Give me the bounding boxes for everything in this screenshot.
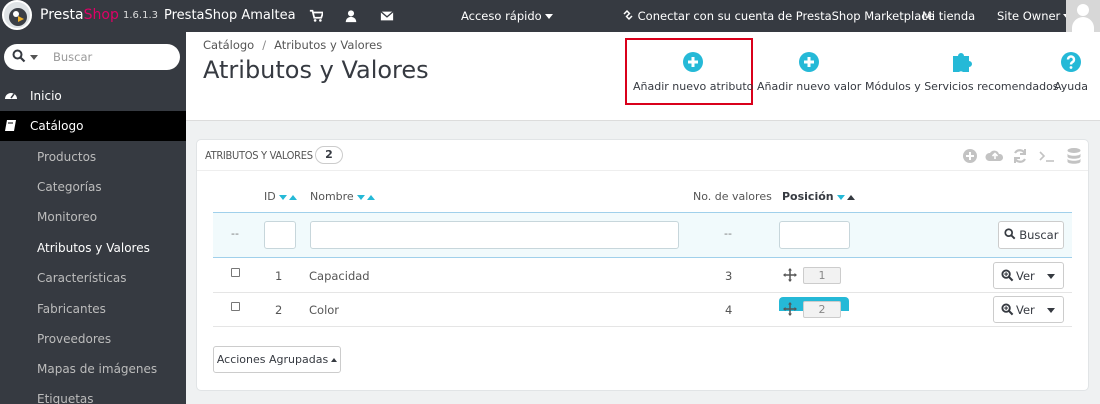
sidebar-item-manufacturers[interactable]: Fabricantes <box>37 302 106 316</box>
column-id[interactable]: ID <box>264 190 297 203</box>
customer-icon[interactable] <box>344 9 358 23</box>
view-button[interactable]: Ver <box>993 262 1064 289</box>
move-icon[interactable] <box>783 302 797 316</box>
breadcrumb-attributes: Atributos y Valores <box>274 38 383 52</box>
avatar[interactable] <box>1066 0 1100 32</box>
filter-values-placeholder: -- <box>724 227 732 240</box>
book-icon <box>5 120 16 131</box>
link-icon <box>623 9 633 21</box>
sidebar: Buscar Inicio Catálogo Productos Categor… <box>0 32 186 404</box>
view-button[interactable]: Ver <box>993 296 1064 323</box>
envelope-icon[interactable] <box>380 9 394 23</box>
terminal-icon[interactable] <box>1037 146 1057 166</box>
search-icon <box>12 49 26 63</box>
search-input[interactable]: Buscar <box>53 50 92 64</box>
row-checkbox[interactable] <box>231 268 240 277</box>
sort-asc-icon[interactable] <box>846 194 855 200</box>
database-icon[interactable] <box>1064 146 1084 166</box>
cart-icon[interactable] <box>309 9 323 23</box>
row-value-count: 4 <box>725 303 733 317</box>
sidebar-item-products[interactable]: Productos <box>37 150 96 164</box>
add-attribute-button[interactable]: Añadir nuevo atributo <box>633 50 753 93</box>
version-label: 1.6.1.3 <box>123 10 158 21</box>
sidebar-item-home[interactable]: Inicio <box>0 81 186 111</box>
filter-search-button[interactable]: Buscar <box>998 221 1064 249</box>
refresh-icon[interactable] <box>1010 146 1030 166</box>
sidebar-item-categories[interactable]: Categorías <box>37 180 102 194</box>
user-menu[interactable]: Site Owner <box>997 9 1072 23</box>
row-checkbox[interactable] <box>231 302 240 311</box>
zoom-icon <box>1001 303 1014 316</box>
sort-desc-icon[interactable] <box>836 194 845 200</box>
add-value-button[interactable]: Añadir nuevo valor <box>757 50 861 93</box>
zoom-icon <box>1001 269 1014 282</box>
row-id: 2 <box>275 303 283 317</box>
filter-name-input[interactable] <box>310 221 679 249</box>
sidebar-item-catalog[interactable]: Catálogo <box>0 111 186 141</box>
sidebar-search[interactable]: Buscar <box>4 44 180 70</box>
search-icon <box>1003 228 1015 240</box>
count-badge: 2 <box>315 146 343 164</box>
column-position[interactable]: Posición <box>782 190 855 203</box>
brand-name[interactable]: PrestaShop <box>40 7 119 23</box>
page-header: Catálogo / Atributos y Valores Atributos y… <box>186 32 1100 121</box>
sidebar-item-image-maps[interactable]: Mapas de imágenes <box>37 362 157 376</box>
plus-circle-icon <box>799 52 820 72</box>
filter-position-input[interactable] <box>779 221 850 249</box>
dashboard-icon <box>5 93 17 99</box>
chevron-down-icon <box>30 55 38 60</box>
cloud-upload-icon[interactable] <box>985 146 1005 166</box>
panel-title: Atributos y Valores <box>205 149 313 162</box>
plus-circle-icon <box>683 52 704 72</box>
filter-bulk-placeholder: -- <box>231 227 239 240</box>
sidebar-item-monitoring[interactable]: Monitoreo <box>37 210 97 224</box>
sidebar-item-attributes[interactable]: Atributos y Valores <box>37 241 150 255</box>
table-row[interactable]: 1 Capacidad 3 1 Ver <box>213 259 1072 293</box>
sidebar-item-features[interactable]: Características <box>37 271 126 285</box>
position-value: 1 <box>803 267 841 284</box>
move-icon[interactable] <box>783 268 797 282</box>
filter-row: -- -- Buscar <box>213 212 1072 258</box>
row-name: Capacidad <box>309 269 370 283</box>
question-circle-icon <box>1060 52 1081 72</box>
attributes-panel: Atributos y Valores 2 ID Nombre No. de v… <box>196 139 1089 391</box>
sort-desc-icon[interactable] <box>278 194 287 200</box>
sort-asc-icon[interactable] <box>366 194 375 200</box>
quick-access-menu[interactable]: Acceso rápido <box>461 9 553 23</box>
bulk-actions-button[interactable]: Acciones Agrupadas <box>213 346 341 373</box>
column-name[interactable]: Nombre <box>310 190 375 203</box>
puzzle-icon <box>952 53 972 72</box>
top-navbar: PrestaShop 1.6.1.3 PrestaShop Amaltea Ac… <box>0 0 1100 32</box>
breadcrumb: Catálogo / Atributos y Valores <box>203 38 383 52</box>
page-title: Atributos y Valores <box>203 56 429 84</box>
position-control[interactable]: 2 <box>779 298 849 320</box>
add-icon[interactable] <box>960 146 980 166</box>
shop-name: PrestaShop Amaltea <box>164 8 296 23</box>
prestashop-logo-icon[interactable] <box>2 0 32 30</box>
position-control[interactable]: 1 <box>779 264 849 286</box>
recommended-modules-button[interactable]: Módulos y Servicios recomendados <box>865 50 1059 93</box>
sort-asc-icon[interactable] <box>288 194 297 200</box>
breadcrumb-catalog[interactable]: Catálogo <box>203 38 254 52</box>
table-row[interactable]: 2 Color 4 2 Ver <box>213 293 1072 327</box>
sidebar-item-tags[interactable]: Etiquetas <box>37 392 94 404</box>
row-id: 1 <box>275 269 283 283</box>
chevron-down-icon[interactable] <box>1047 274 1055 279</box>
sort-desc-icon[interactable] <box>356 194 365 200</box>
filter-id-input[interactable] <box>264 221 296 249</box>
row-name: Color <box>309 303 340 317</box>
chevron-down-icon[interactable] <box>1047 308 1055 313</box>
my-shop-link[interactable]: Mi tienda <box>922 9 975 23</box>
row-value-count: 3 <box>725 269 733 283</box>
position-value: 2 <box>803 301 841 318</box>
sidebar-item-suppliers[interactable]: Proveedores <box>37 332 111 346</box>
marketplace-link[interactable]: Conectar con su cuenta de PrestaShop Mar… <box>622 9 935 23</box>
panel-divider <box>197 170 1088 171</box>
column-values: No. de valores <box>693 190 772 203</box>
caret-up-icon <box>331 358 338 362</box>
help-button[interactable]: Ayuda <box>1054 50 1088 93</box>
